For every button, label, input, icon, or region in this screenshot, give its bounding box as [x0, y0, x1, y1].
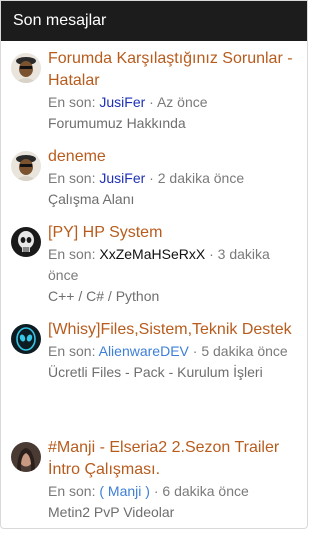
- post-time: 6 dakika önce: [162, 483, 249, 499]
- last-post-prefix: En son:: [48, 343, 96, 359]
- user-link[interactable]: XxZeMaHSeRxX: [99, 246, 205, 262]
- last-post-prefix: En son:: [48, 483, 96, 499]
- post-time: Az önce: [156, 94, 208, 110]
- thread-title-link[interactable]: [PY] HP System: [48, 222, 297, 244]
- list-item: deneme En son: JusiFer · 2 dakika önce Ç…: [1, 146, 254, 210]
- user-link[interactable]: JusiFer: [99, 170, 145, 186]
- list-item: Forumda Karşılaştığınız Sorunlar - Hatal…: [1, 48, 307, 134]
- forum-name[interactable]: Forumumuz Hakkında: [48, 113, 297, 134]
- last-post-prefix: En son:: [48, 246, 96, 262]
- portrait-avatar-icon[interactable]: [11, 442, 41, 472]
- recent-messages-widget: Son mesajlar Forumda Karşılaştığınız Sor…: [0, 0, 308, 529]
- thread-title-link[interactable]: Forumda Karşılaştığınız Sorunlar - Hatal…: [48, 48, 297, 92]
- post-time: 5 dakika önce: [201, 343, 288, 359]
- separator: ·: [145, 170, 158, 186]
- last-post-meta: En son: JusiFer · Az önce: [48, 92, 297, 113]
- forum-name[interactable]: C++ / C# / Python: [48, 286, 297, 307]
- gangster-avatar-icon[interactable]: [11, 53, 41, 83]
- gangster-avatar-icon[interactable]: [11, 151, 41, 181]
- user-link[interactable]: JusiFer: [99, 94, 145, 110]
- list-item: [PY] HP System En son: XxZeMaHSeRxX · 3 …: [1, 222, 307, 307]
- separator: ·: [149, 483, 163, 499]
- thread-title-link[interactable]: [Whisy]Files,Sistem,Teknik Destek: [48, 319, 292, 341]
- forum-name[interactable]: Çalışma Alanı: [48, 189, 244, 210]
- alien-avatar-icon[interactable]: [11, 324, 41, 354]
- list-item: [Whisy]Files,Sistem,Teknik Destek En son…: [1, 319, 302, 383]
- last-post-meta: En son: AlienwareDEV · 5 dakika önce: [48, 341, 292, 362]
- forum-name[interactable]: Metin2 PvP Videolar: [48, 502, 297, 523]
- thread-title-link[interactable]: #Manji - Elseria2 2.Sezon Trailer İntro …: [48, 437, 297, 481]
- thread-title-link[interactable]: deneme: [48, 146, 244, 168]
- forum-name[interactable]: Ücretli Files - Pack - Kurulum İşleri: [48, 362, 292, 383]
- last-post-meta: En son: XxZeMaHSeRxX · 3 dakika önce: [48, 244, 297, 286]
- user-link[interactable]: AlienwareDEV: [99, 343, 189, 359]
- separator: ·: [145, 94, 157, 110]
- post-time: 2 dakika önce: [157, 170, 245, 186]
- list-item: #Manji - Elseria2 2.Sezon Trailer İntro …: [1, 437, 307, 523]
- last-post-meta: En son: JusiFer · 2 dakika önce: [48, 168, 244, 189]
- separator: ·: [188, 343, 202, 359]
- last-post-prefix: En son:: [48, 170, 96, 186]
- separator: ·: [205, 246, 218, 262]
- last-post-meta: En son: ( Manji ) · 6 dakika önce: [48, 481, 297, 502]
- user-link[interactable]: ( Manji ): [99, 483, 150, 499]
- widget-title: Son mesajlar: [1, 1, 307, 41]
- skull-avatar-icon[interactable]: [11, 227, 41, 257]
- last-post-prefix: En son:: [48, 94, 96, 110]
